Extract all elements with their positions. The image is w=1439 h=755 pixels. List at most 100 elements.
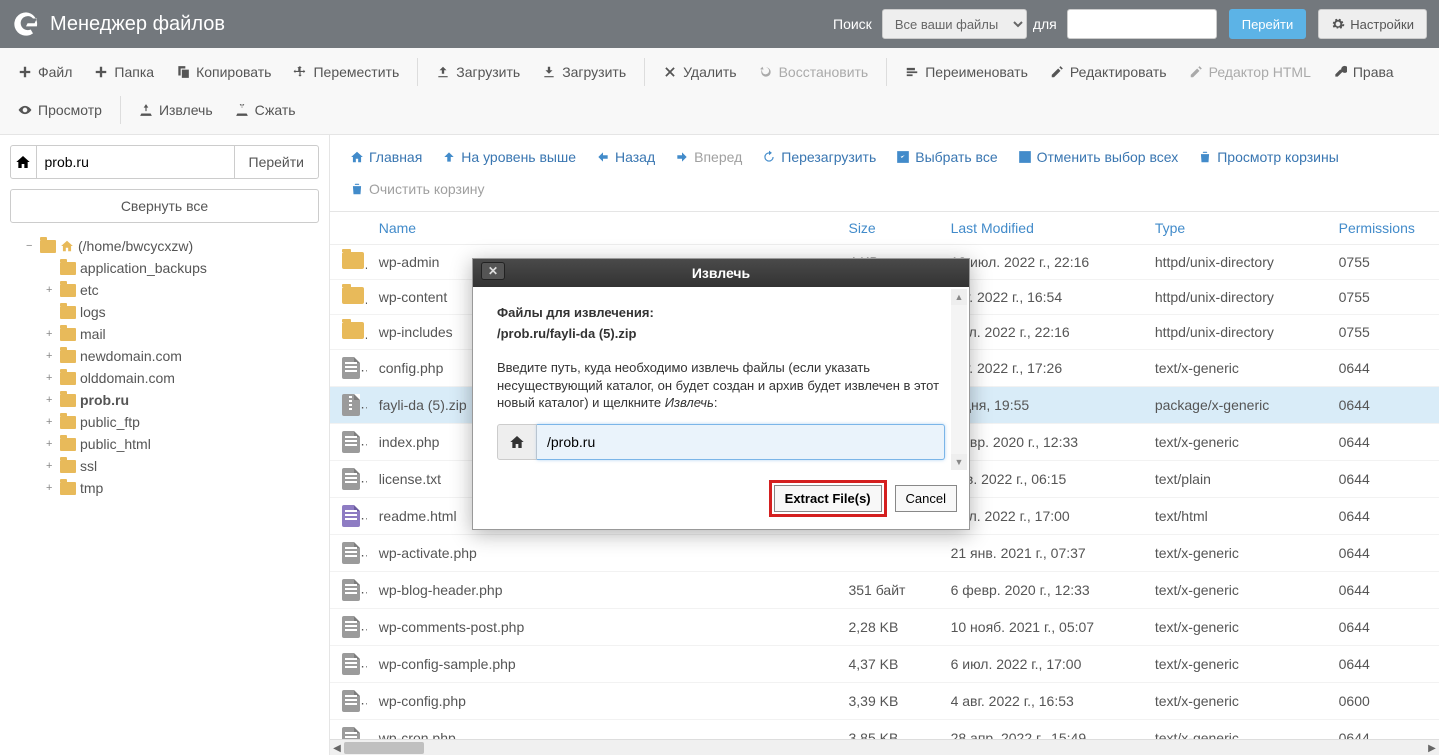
plus-icon bbox=[18, 65, 32, 79]
folder-button[interactable]: Папка bbox=[84, 54, 164, 90]
delete-button[interactable]: Удалить bbox=[653, 54, 746, 90]
extract-path-input[interactable] bbox=[537, 424, 945, 460]
tree-node-newdomain-com[interactable]: +newdomain.com bbox=[46, 345, 319, 367]
compress-button[interactable]: Сжать bbox=[225, 92, 306, 128]
file-name: wp-cron.php bbox=[367, 720, 837, 740]
select-all[interactable]: Выбрать все bbox=[888, 143, 1005, 171]
trash-icon bbox=[350, 182, 364, 196]
path-input[interactable] bbox=[37, 145, 234, 179]
move-button[interactable]: Переместить bbox=[283, 54, 409, 90]
search-input[interactable] bbox=[1067, 9, 1217, 39]
nav-up[interactable]: На уровень выше bbox=[434, 143, 584, 171]
edit-button[interactable]: Редактировать bbox=[1040, 54, 1177, 90]
view-button[interactable]: Просмотр bbox=[8, 92, 112, 128]
nav-back[interactable]: Назад bbox=[588, 143, 663, 171]
view-trash[interactable]: Просмотр корзины bbox=[1190, 143, 1347, 171]
perms-button[interactable]: Права bbox=[1323, 54, 1404, 90]
col-name[interactable]: Name bbox=[367, 212, 837, 245]
download-button[interactable]: Загрузить bbox=[532, 54, 636, 90]
key-icon bbox=[1333, 65, 1347, 79]
folder-icon bbox=[60, 394, 76, 407]
search-group: Поиск Все ваши файлы для Перейти Настрой… bbox=[833, 9, 1427, 39]
file-icon bbox=[342, 357, 360, 379]
home-icon bbox=[509, 434, 525, 450]
scroll-left-icon[interactable]: ◀ bbox=[330, 740, 344, 755]
main-toolbar: Файл Папка Копировать Переместить Загруз… bbox=[0, 48, 1439, 135]
close-icon[interactable]: ✕ bbox=[481, 262, 505, 280]
check-icon bbox=[896, 150, 910, 164]
sidebar-home-button[interactable] bbox=[10, 145, 37, 179]
folder-icon bbox=[60, 482, 76, 495]
arrow-up-icon bbox=[442, 150, 456, 164]
nav-home[interactable]: Главная bbox=[342, 143, 430, 171]
table-row[interactable]: wp-config-sample.php4,37 KB6 июл. 2022 г… bbox=[330, 646, 1439, 683]
table-row[interactable]: wp-comments-post.php2,28 KB10 нояб. 2021… bbox=[330, 609, 1439, 646]
col-modified[interactable]: Last Modified bbox=[939, 212, 1143, 245]
tree-root[interactable]: − (/home/bwcycxzw) bbox=[26, 235, 319, 257]
extract-files-button[interactable]: Extract File(s) bbox=[774, 485, 882, 512]
file-icon bbox=[342, 690, 360, 712]
tree-node-ssl[interactable]: +ssl bbox=[46, 455, 319, 477]
tree-node-etc[interactable]: +etc bbox=[46, 279, 319, 301]
home-icon bbox=[350, 150, 364, 164]
scroll-right-icon[interactable]: ▶ bbox=[1425, 740, 1439, 755]
table-row[interactable]: wp-blog-header.php351 байт6 февр. 2020 г… bbox=[330, 572, 1439, 609]
scroll-down-icon[interactable]: ▼ bbox=[951, 454, 967, 470]
file-icon bbox=[342, 616, 360, 638]
folder-icon bbox=[60, 262, 76, 275]
tree-node-public-ftp[interactable]: +public_ftp bbox=[46, 411, 319, 433]
upload-icon bbox=[436, 65, 450, 79]
extract-button[interactable]: Извлечь bbox=[129, 92, 223, 128]
tree-node-application-backups[interactable]: application_backups bbox=[46, 257, 319, 279]
horizontal-scrollbar[interactable]: ◀ ▶ bbox=[330, 739, 1439, 755]
delete-icon bbox=[663, 65, 677, 79]
tree-node-logs[interactable]: logs bbox=[46, 301, 319, 323]
sidebar: Перейти Свернуть все − (/home/bwcycxzw) … bbox=[0, 135, 330, 755]
copy-button[interactable]: Копировать bbox=[166, 54, 281, 90]
folder-icon bbox=[60, 306, 76, 319]
plus-icon bbox=[94, 65, 108, 79]
col-perms[interactable]: Permissions bbox=[1327, 212, 1439, 245]
dialog-titlebar[interactable]: ✕ Извлечь bbox=[473, 259, 969, 287]
tree-node-mail[interactable]: +mail bbox=[46, 323, 319, 345]
rename-button[interactable]: Переименовать bbox=[895, 54, 1038, 90]
file-name: wp-config-sample.php bbox=[367, 646, 837, 683]
nav-forward[interactable]: Вперед bbox=[667, 143, 750, 171]
tree-node-tmp[interactable]: +tmp bbox=[46, 477, 319, 499]
tree-node-prob-ru[interactable]: +prob.ru bbox=[46, 389, 319, 411]
search-go-button[interactable]: Перейти bbox=[1229, 9, 1307, 39]
dialog-home-button[interactable] bbox=[497, 424, 537, 460]
file-button[interactable]: Файл bbox=[8, 54, 82, 90]
html-editor-button[interactable]: Редактор HTML bbox=[1179, 54, 1321, 90]
empty-trash[interactable]: Очистить корзину bbox=[342, 175, 493, 203]
dialog-scrollbar[interactable]: ▲ ▼ bbox=[951, 289, 967, 470]
move-icon bbox=[293, 65, 307, 79]
file-icon bbox=[342, 727, 360, 739]
upload-button[interactable]: Загрузить bbox=[426, 54, 530, 90]
folder-icon bbox=[342, 252, 364, 269]
file-name: wp-config.php bbox=[367, 683, 837, 720]
unselect-all[interactable]: Отменить выбор всех bbox=[1010, 143, 1187, 171]
unselect-icon bbox=[1018, 150, 1032, 164]
folder-icon bbox=[60, 438, 76, 451]
nav-reload[interactable]: Перезагрузить bbox=[754, 143, 884, 171]
search-scope-select[interactable]: Все ваши файлы bbox=[882, 9, 1027, 39]
rename-icon bbox=[905, 65, 919, 79]
settings-button[interactable]: Настройки bbox=[1318, 9, 1427, 39]
path-go-button[interactable]: Перейти bbox=[234, 145, 319, 179]
table-row[interactable]: wp-activate.php21 янв. 2021 г., 07:37tex… bbox=[330, 535, 1439, 572]
restore-button[interactable]: Восстановить bbox=[749, 54, 879, 90]
download-icon bbox=[542, 65, 556, 79]
folder-tree: − (/home/bwcycxzw) application_backups+e… bbox=[10, 235, 319, 499]
folder-icon bbox=[60, 350, 76, 363]
col-type[interactable]: Type bbox=[1143, 212, 1327, 245]
cancel-button[interactable]: Cancel bbox=[895, 485, 957, 512]
tree-node-olddomain-com[interactable]: +olddomain.com bbox=[46, 367, 319, 389]
col-size[interactable]: Size bbox=[836, 212, 938, 245]
main-toolbar: Главная На уровень выше Назад Вперед Пер… bbox=[330, 135, 1439, 212]
collapse-all-button[interactable]: Свернуть все bbox=[10, 189, 319, 223]
table-row[interactable]: wp-config.php3,39 KB4 авг. 2022 г., 16:5… bbox=[330, 683, 1439, 720]
tree-node-public-html[interactable]: +public_html bbox=[46, 433, 319, 455]
scroll-up-icon[interactable]: ▲ bbox=[951, 289, 967, 305]
table-row[interactable]: wp-cron.php3,85 KB28 апр. 2022 г., 15:49… bbox=[330, 720, 1439, 740]
